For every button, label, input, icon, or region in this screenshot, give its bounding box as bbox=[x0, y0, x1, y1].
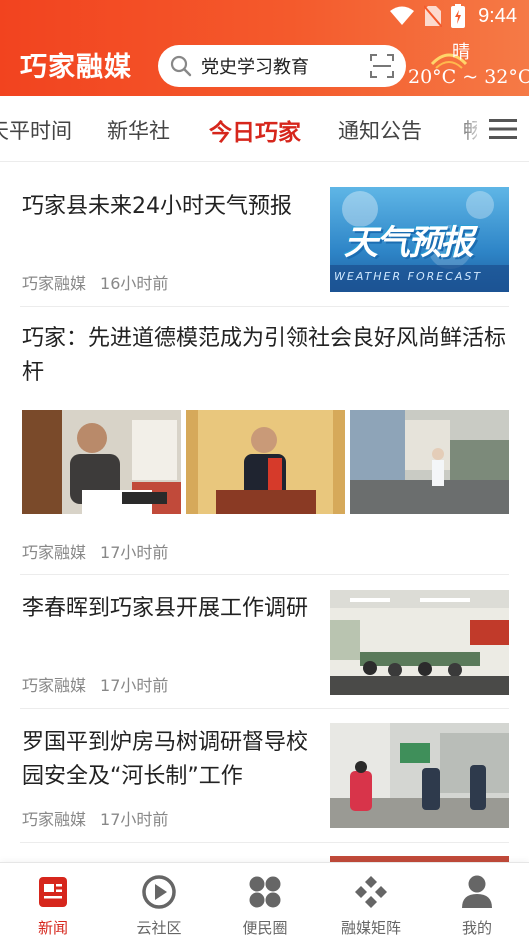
services-icon bbox=[225, 873, 305, 911]
news-time: 17小时前 bbox=[100, 676, 169, 695]
nav-news[interactable]: 新闻 bbox=[13, 873, 93, 938]
wifi-icon bbox=[390, 6, 415, 25]
news-source: 巧家融媒 bbox=[22, 810, 87, 829]
news-source: 巧家融媒 bbox=[22, 274, 87, 293]
matrix-icon bbox=[331, 873, 411, 911]
status-time: 9:44 bbox=[478, 4, 517, 27]
forecast-thumb-subtitle: WEATHER FORECAST bbox=[334, 270, 483, 283]
weather-condition: 晴 bbox=[452, 42, 470, 63]
weather-forecast-thumbnail: 天气预报 WEATHER FORECAST bbox=[330, 187, 509, 292]
divider bbox=[20, 708, 509, 709]
profile-icon bbox=[437, 873, 517, 911]
battery-icon bbox=[451, 4, 466, 28]
news-meta: 巧家融媒 16小时前 bbox=[22, 270, 168, 294]
divider bbox=[20, 574, 509, 575]
divider bbox=[20, 842, 509, 843]
channel-tabs: 天平时间 新华社 今日巧家 通知公告 畅 bbox=[0, 96, 529, 162]
tab-today-qiaojia[interactable]: 今日巧家 bbox=[209, 113, 301, 147]
app-header: 9:44 巧家融媒 党史学习教育 晴 20°C ~ 32°C bbox=[0, 0, 529, 96]
news-title: 罗国平到炉房马树调研督导校园安全及“河长制”工作 bbox=[22, 730, 309, 789]
news-time: 16小时前 bbox=[100, 274, 169, 293]
tab-xinhua[interactable]: 新华社 bbox=[107, 115, 170, 145]
nav-label: 融媒矩阵 bbox=[340, 919, 401, 937]
scan-icon[interactable] bbox=[370, 54, 394, 78]
app-logo: 巧家融媒 bbox=[20, 52, 132, 83]
nav-profile[interactable]: 我的 bbox=[437, 873, 517, 938]
news-photo-meeting bbox=[330, 590, 509, 695]
search-icon bbox=[170, 55, 192, 77]
nav-label: 新闻 bbox=[37, 919, 68, 937]
news-title: 巧家县未来24小时天气预报 bbox=[22, 194, 292, 219]
news-source: 巧家融媒 bbox=[22, 543, 87, 562]
weather-temperature: 20°C ~ 32°C bbox=[408, 66, 529, 88]
news-meta: 巧家融媒 17小时前 bbox=[22, 806, 168, 830]
cloud-community-icon bbox=[119, 873, 199, 911]
nav-label: 便民圈 bbox=[242, 919, 288, 937]
status-icons: 9:44 bbox=[389, 4, 517, 28]
nav-media-matrix[interactable]: 融媒矩阵 bbox=[331, 873, 411, 938]
forecast-thumb-title: 天气预报 bbox=[344, 223, 474, 263]
tab-tianping-time[interactable]: 天平时间 bbox=[0, 115, 72, 145]
search-bar[interactable]: 党史学习教育 bbox=[158, 45, 406, 87]
nav-label: 我的 bbox=[461, 919, 492, 937]
status-bar: 9:44 bbox=[0, 0, 529, 36]
bottom-navigation: 新闻 云社区 便民圈 融媒矩阵 我的 bbox=[0, 862, 529, 942]
nav-label: 云社区 bbox=[136, 919, 182, 937]
news-photo-inspection bbox=[330, 723, 509, 828]
news-source: 巧家融媒 bbox=[22, 676, 87, 695]
news-icon bbox=[13, 873, 93, 911]
news-photo-street bbox=[350, 410, 509, 514]
news-time: 17小时前 bbox=[100, 810, 169, 829]
news-photo-speaker bbox=[186, 410, 345, 514]
menu-button[interactable] bbox=[477, 96, 529, 161]
news-photo-office bbox=[22, 410, 181, 514]
nav-services[interactable]: 便民圈 bbox=[225, 873, 305, 938]
divider bbox=[20, 306, 509, 307]
news-meta: 巧家融媒 17小时前 bbox=[22, 539, 168, 563]
news-meta: 巧家融媒 17小时前 bbox=[22, 672, 168, 696]
news-time: 17小时前 bbox=[100, 543, 169, 562]
nav-cloud-community[interactable]: 云社区 bbox=[119, 873, 199, 938]
news-title: 巧家：先进道德模范成为引领社会良好风尚鲜活标杆 bbox=[22, 326, 507, 385]
menu-icon bbox=[489, 119, 517, 139]
tab-notices[interactable]: 通知公告 bbox=[338, 115, 422, 145]
search-text: 党史学习教育 bbox=[201, 57, 309, 78]
no-sim-icon bbox=[424, 5, 443, 27]
news-title: 李春晖到巧家县开展工作调研 bbox=[22, 596, 309, 621]
